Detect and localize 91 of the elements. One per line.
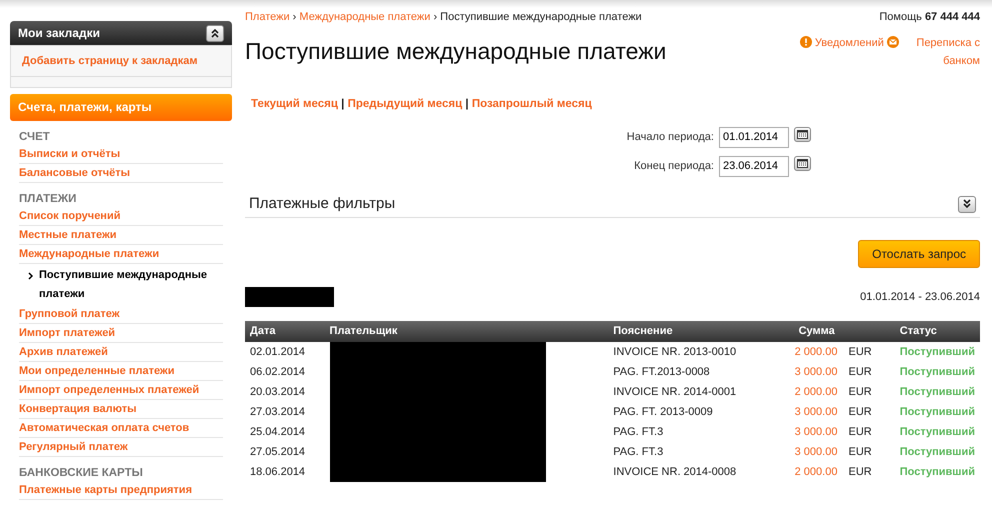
add-bookmark-link[interactable]: Добавить страницу к закладкам [11,46,231,76]
table-cell-text: PAG. FT.2013-0008 [612,365,711,380]
breadcrumb-link[interactable]: Платежи [245,11,290,23]
help-phone: Помощь 67 444 444 [878,10,980,25]
status-label: Поступивший [898,405,976,420]
sidebar-item[interactable]: Регулярный платеж [19,438,223,456]
expand-button[interactable] [958,196,976,212]
table-cell-text: 25.04.2014 [249,425,306,440]
table-cell-text: 27.05.2014 [249,445,306,460]
table-cell-text: 06.02.2014 [249,365,306,380]
messages-link[interactable]: Переписка с банком [902,34,980,70]
table-cell: INVOICE NR. 2013-0010 [608,342,780,362]
amount: 3 000.00 [794,446,838,458]
currency: EUR [848,426,872,438]
date-field[interactable]: 23.06.2014 [719,156,789,177]
sidebar-item[interactable]: Балансовые отчёты [19,164,223,182]
date-label: Начало периода: [626,130,714,145]
period-link[interactable]: Позапрошлый месяц [472,98,592,110]
sidebar-item[interactable]: Международные платежи [19,244,223,264]
amount: 2 000.00 [794,386,838,398]
amount: 3 000.00 [794,366,838,378]
sidebar-item[interactable]: Архив платежей [19,342,223,362]
breadcrumb-link[interactable]: Международные платежи [299,11,430,23]
sidebar-item[interactable]: Автоматическая оплата счетов [19,418,223,438]
double-chevron-down-icon [962,199,972,209]
sidebar-subitem[interactable]: Поступившие международные платежи [39,266,223,304]
status-label: Поступивший [898,445,976,460]
status-label: Поступивший [898,385,976,400]
amount: 3 000.00 [794,426,838,438]
sidebar-section-title: ПЛАТЕЖИ [19,192,78,206]
filters-title: Платежные фильтры [249,194,396,214]
sidebar-item[interactable]: Список поручений [19,206,223,226]
alert-icon [800,36,812,48]
menu-header: Счета, платежи, карты [10,94,232,120]
table-cell-text: PAG. FT.3 [612,425,664,440]
table-cell-text: PAG. FT. 2013-0009 [612,405,714,420]
calendar-icon [797,130,808,139]
table-cell-text: 18.06.2014 [249,465,306,480]
currency: EUR [848,406,872,418]
sidebar-item[interactable]: Мои определенные платежи [19,362,223,380]
sidebar-item[interactable]: Платежные карты предприятия [19,480,223,500]
sidebar-item[interactable]: Выписки и отчёты [19,144,223,164]
period-link[interactable]: Текущий месяц [251,98,338,110]
sidebar-item[interactable]: Конвертация валюты [19,400,223,418]
notifications-link[interactable]: Уведомлений [814,36,884,48]
amount: 2 000.00 [794,466,838,478]
double-chevron-up-icon [210,28,220,38]
currency: EUR [848,346,872,358]
date-range: 01.01.2014 - 23.06.2014 [860,290,980,305]
envelope-icon [886,36,899,48]
page-title: Поступившие международные платежи [245,38,666,66]
table-cell-text: INVOICE NR. 2014-0008 [612,465,738,480]
period-link[interactable]: Предыдущий месяц [348,98,462,110]
status-label: Поступивший [894,342,980,362]
collapse-button[interactable] [206,24,224,42]
separator: | [341,98,344,110]
table-cell-text: 20.03.2014 [249,385,306,400]
calendar-icon [797,158,808,168]
sidebar-item[interactable]: Групповой платеж [19,304,223,324]
chevron-icon [28,272,33,280]
currency: EUR [848,466,872,478]
date-label: Конец периода: [633,159,714,174]
breadcrumb: Платежи › Международные платежи › Поступившие международные платежи [245,10,643,25]
sidebar-item[interactable]: Импорт определенных платежей [19,380,223,400]
sidebar-item[interactable]: Местные платежи [19,226,223,244]
status-label: Поступивший [898,365,976,380]
calendar-button[interactable] [794,126,811,142]
status-label: Поступивший [898,465,976,480]
currency: EUR [848,386,872,398]
column-header: Дата [245,321,325,342]
table-cell-text: INVOICE NR. 2014-0001 [612,385,738,400]
column-header: Плательщик [324,321,608,342]
submit-button[interactable]: Отослать запрос [858,240,980,268]
table-cell: 02.01.2014 [245,342,325,362]
column-header: Пояснение [608,321,780,342]
bookmarks-title: Мои закладки [18,25,100,42]
amount: 2 000.00 [794,346,838,358]
calendar-button[interactable] [794,156,811,171]
sidebar-section-title: СЧЕТ [19,130,51,144]
amount: 3 000.00 [794,406,838,418]
currency: EUR [848,446,872,458]
table-cell-text: 27.03.2014 [249,405,306,420]
column-header: Сумма [780,321,895,342]
currency: EUR [848,366,872,378]
separator: | [465,98,469,110]
status-label: Поступивший [898,425,976,440]
table-cell-text: PAG. FT.3 [612,445,664,460]
sidebar-item[interactable]: Импорт платежей [19,324,223,342]
column-header: Статус [894,321,980,342]
date-field[interactable]: 01.01.2014 [719,126,789,148]
sidebar-section-title: БАНКОВСКИЕ КАРТЫ [19,466,144,480]
